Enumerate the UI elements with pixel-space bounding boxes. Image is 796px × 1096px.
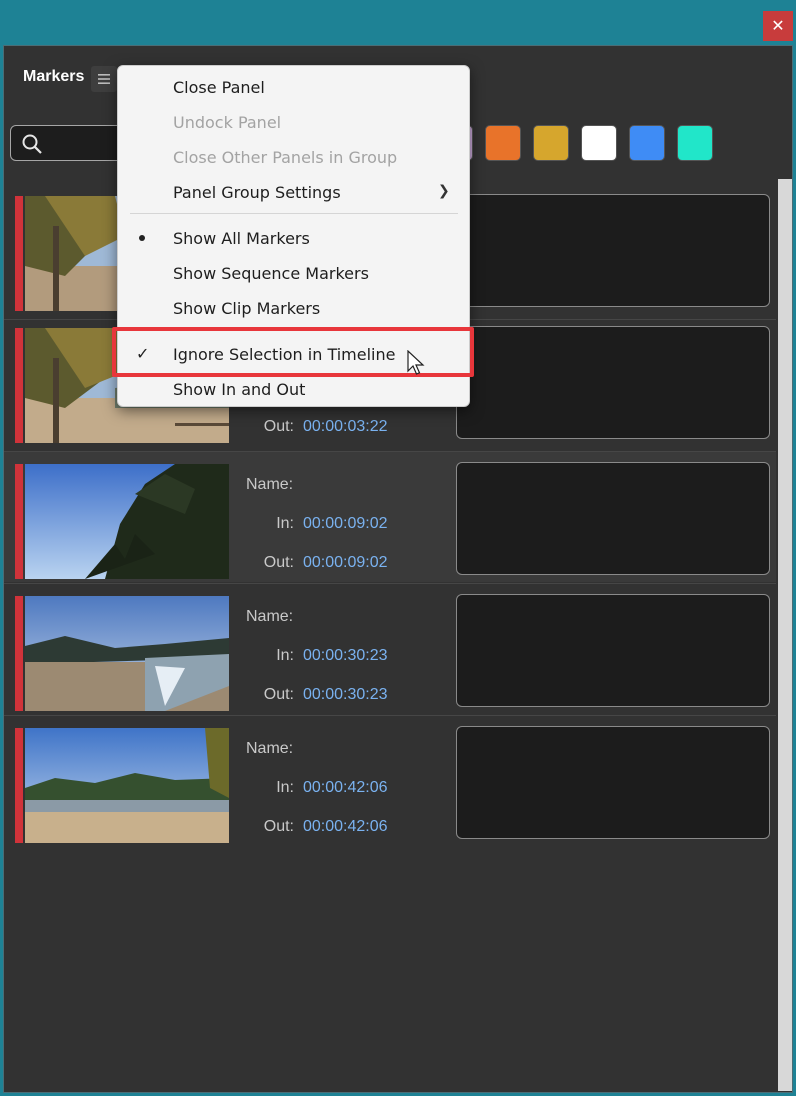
in-timecode[interactable]: 00:00:30:23: [303, 647, 388, 665]
color-filter-blue[interactable]: [629, 125, 665, 161]
name-label: Name:: [246, 476, 294, 493]
scrollbar[interactable]: [778, 179, 792, 1091]
menu-item-panel-group-settings[interactable]: Panel Group Settings: [173, 183, 341, 202]
marker-color-bar: [15, 328, 23, 443]
panel-title: Markers: [23, 68, 85, 85]
close-icon: ✕: [771, 18, 785, 35]
search-input[interactable]: [10, 125, 130, 161]
marker-row-5[interactable]: Name: In: 00:00:42:06 Out: 00:00:42:06: [4, 716, 776, 846]
name-label: Name:: [246, 608, 294, 625]
marker-thumbnail: [25, 464, 229, 579]
search-icon: [22, 134, 42, 154]
menu-item-show-sequence-markers[interactable]: Show Sequence Markers: [173, 264, 369, 283]
color-filter-cyan[interactable]: [677, 125, 713, 161]
mouse-cursor-icon: [407, 350, 425, 375]
in-label: In:: [276, 647, 294, 664]
in-label: In:: [276, 779, 294, 796]
marker-comment-field[interactable]: [456, 594, 770, 707]
marker-comment-field[interactable]: [456, 726, 770, 839]
out-timecode[interactable]: 00:00:09:02: [303, 554, 388, 572]
menu-item-show-all-markers[interactable]: Show All Markers: [173, 229, 310, 248]
out-label: Out:: [263, 554, 294, 571]
in-timecode[interactable]: 00:00:42:06: [303, 779, 388, 797]
out-timecode[interactable]: 00:00:03:22: [303, 418, 388, 436]
color-filter-orange[interactable]: [485, 125, 521, 161]
marker-color-bar: [15, 196, 23, 311]
menu-item-show-clip-markers[interactable]: Show Clip Markers: [173, 299, 320, 318]
out-label: Out:: [263, 818, 294, 835]
color-filter-white[interactable]: [581, 125, 617, 161]
markers-window: ✕ Markers Out: 00:00:03:22 Name: In: 00:…: [0, 0, 796, 1096]
marker-color-bar: [15, 728, 23, 843]
out-timecode[interactable]: 00:00:42:06: [303, 818, 388, 836]
close-window-button[interactable]: ✕: [763, 11, 793, 41]
menu-item-undock-panel: Undock Panel: [173, 113, 282, 132]
chevron-right-icon: ❯: [438, 182, 450, 198]
in-timecode[interactable]: 00:00:09:02: [303, 515, 388, 533]
bullet-icon: [139, 235, 145, 241]
marker-comment-field[interactable]: [456, 194, 770, 307]
in-label: In:: [276, 515, 294, 532]
menu-item-show-in-and-out[interactable]: Show In and Out: [173, 380, 305, 399]
menu-item-close-other-panels: Close Other Panels in Group: [173, 148, 398, 167]
menu-item-close-panel[interactable]: Close Panel: [173, 78, 265, 97]
marker-thumbnail: [25, 596, 229, 711]
marker-row-4[interactable]: Name: In: 00:00:30:23 Out: 00:00:30:23: [4, 584, 776, 714]
out-timecode[interactable]: 00:00:30:23: [303, 686, 388, 704]
hamburger-icon: [98, 74, 110, 84]
name-label: Name:: [246, 740, 294, 757]
out-label: Out:: [263, 686, 294, 703]
marker-thumbnail: [25, 728, 229, 843]
menu-separator: [130, 213, 458, 214]
marker-row-3[interactable]: Name: In: 00:00:09:02 Out: 00:00:09:02: [4, 452, 776, 582]
marker-comment-field[interactable]: [456, 326, 770, 439]
marker-color-bar: [15, 464, 23, 579]
out-label: Out:: [263, 418, 294, 435]
marker-comment-field[interactable]: [456, 462, 770, 575]
panel-menu-button[interactable]: [91, 66, 117, 92]
color-filter-yellow[interactable]: [533, 125, 569, 161]
marker-color-bar: [15, 596, 23, 711]
